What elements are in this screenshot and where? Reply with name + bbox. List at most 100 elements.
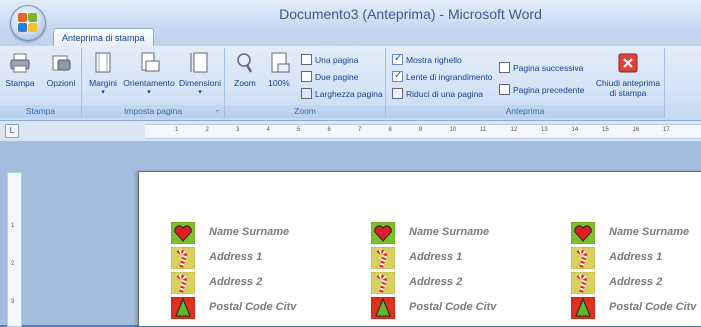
print-button[interactable]: Stampa xyxy=(3,52,37,88)
label-name: Name Surname xyxy=(209,226,290,238)
page-width-icon xyxy=(301,88,312,99)
label-row-postal: Postal Code Citv xyxy=(171,297,341,322)
check-icon xyxy=(392,69,403,83)
margins-button[interactable]: Margini ▾ xyxy=(87,52,119,96)
prev-page-label: Pagina precedente xyxy=(513,85,585,95)
label-row-address2: Address 2 xyxy=(371,272,541,297)
label-address1: Address 1 xyxy=(409,251,463,263)
page-size-icon xyxy=(189,52,211,74)
horizontal-ruler[interactable]: 1 2 3 4 5 6 7 8 9 10 11 12 13 14 15 16 17 xyxy=(145,124,701,139)
next-page-button[interactable]: Pagina successiva xyxy=(499,61,583,75)
label-row-address2: Address 2 xyxy=(171,272,341,297)
zoom-label: Zoom xyxy=(234,78,256,88)
ribbon: Stampa Opzioni Stampa Margini ▾ Orientam… xyxy=(0,46,701,121)
group-zoom-label: Zoom xyxy=(225,105,385,118)
ribbon-tab-row: Anteprima di stampa xyxy=(0,26,701,47)
next-page-icon xyxy=(499,62,510,73)
tab-print-preview[interactable]: Anteprima di stampa xyxy=(53,28,154,47)
label-row-name: Name Surname xyxy=(171,222,341,247)
ruler-tick-label: 5 xyxy=(297,127,301,133)
close-icon xyxy=(617,52,639,74)
label-postal: Postal Code Citv xyxy=(409,301,497,313)
label-column: Name Surname Address 1 Address 2 Postal … xyxy=(371,222,541,322)
ruler-tick-label: 11 xyxy=(480,127,487,133)
group-page-setup-label: Imposta pagina ⌐ xyxy=(82,105,224,118)
tab-selector-icon[interactable]: L xyxy=(5,124,19,138)
show-ruler-label: Mostra righello xyxy=(406,55,462,65)
group-preview-label: Anteprima xyxy=(386,105,664,118)
dialog-launcher-icon[interactable]: ⌐ xyxy=(216,105,220,118)
vertical-ruler[interactable]: 1 2 3 xyxy=(7,172,22,327)
orientation-icon xyxy=(138,52,160,74)
two-pages-label: Due pagine xyxy=(315,72,359,82)
shrink-page-icon xyxy=(392,88,403,99)
ruler-row: L 1 2 3 4 5 6 7 8 9 10 11 12 13 14 15 16 17 xyxy=(0,121,701,142)
margins-icon xyxy=(92,52,114,74)
heart-stamp-icon xyxy=(571,222,595,244)
ruler-tick-label: 14 xyxy=(571,127,579,133)
label-postal: Postal Code Citv xyxy=(609,301,697,313)
ruler-tick-label: 4 xyxy=(266,127,270,133)
show-ruler-checkbox[interactable]: Mostra righello xyxy=(392,52,462,67)
label-name: Name Surname xyxy=(609,226,690,238)
document-area: 1 2 3 Name Surname Address 1 Address 2 Pos… xyxy=(0,142,701,327)
size-button[interactable]: Dimensioni ▾ xyxy=(178,52,222,96)
label-row-postal: Postal Code Citv xyxy=(371,297,541,322)
group-print: Stampa Opzioni Stampa xyxy=(0,48,82,118)
options-label: Opzioni xyxy=(46,78,76,88)
two-pages-icon xyxy=(301,71,312,82)
label-row-postal: Postal Code Citv xyxy=(571,297,701,322)
ruler-tick-label: 3 xyxy=(236,127,240,133)
label-row-name: Name Surname xyxy=(571,222,701,247)
group-print-label: Stampa xyxy=(0,105,81,118)
close-preview-label-1: Chiudi anteprima xyxy=(595,78,661,88)
label-address2: Address 2 xyxy=(209,276,263,288)
label-column: Name Surname Address 1 Address 2 Postal … xyxy=(571,222,701,322)
ruler-tick-label: 2 xyxy=(205,127,209,133)
office-logo-icon xyxy=(18,13,38,33)
close-preview-button[interactable]: Chiudi anteprima di stampa xyxy=(592,52,664,98)
office-button[interactable] xyxy=(10,5,46,41)
magnifier-checkbox[interactable]: Lente di ingrandimento xyxy=(392,69,493,84)
ruler-tick-label: 10 xyxy=(449,127,457,133)
tree-stamp-icon xyxy=(171,297,195,319)
zoom-100-button[interactable]: 100% xyxy=(265,52,293,88)
shrink-page-button[interactable]: Riduci di una pagina xyxy=(392,87,483,101)
two-pages-button[interactable]: Due pagine xyxy=(301,70,358,84)
one-page-button[interactable]: Una pagina xyxy=(301,53,358,67)
label-row-address1: Address 1 xyxy=(171,247,341,272)
ruler-tick-label: 12 xyxy=(510,127,518,133)
group-zoom: Zoom 100% Una pagina Due pagine Larghezz… xyxy=(225,48,386,118)
candy-cane-stamp-icon xyxy=(571,272,595,294)
label-address2: Address 2 xyxy=(409,276,463,288)
ruler-tick-label: 17 xyxy=(663,127,670,133)
ruler-tick-label: 6 xyxy=(327,127,331,133)
label-row-address1: Address 1 xyxy=(571,247,701,272)
heart-stamp-icon xyxy=(171,222,195,244)
page-width-label: Larghezza pagina xyxy=(315,89,383,99)
candy-cane-stamp-icon xyxy=(371,272,395,294)
one-page-icon xyxy=(301,54,312,65)
page-100-icon xyxy=(268,52,290,74)
label-row-address2: Address 2 xyxy=(571,272,701,297)
orientation-label: Orientamento xyxy=(123,78,175,88)
shrink-page-label: Riduci di una pagina xyxy=(406,89,484,99)
prev-page-icon xyxy=(499,84,510,95)
size-label: Dimensioni xyxy=(178,78,222,88)
magnifier-label: Lente di ingrandimento xyxy=(406,72,493,82)
prev-page-button[interactable]: Pagina precedente xyxy=(499,83,584,97)
print-options-icon xyxy=(50,52,72,74)
label-address1: Address 1 xyxy=(609,251,663,263)
heart-stamp-icon xyxy=(371,222,395,244)
group-preview: Mostra righello Lente di ingrandimento R… xyxy=(386,48,665,118)
tree-stamp-icon xyxy=(371,297,395,319)
options-button[interactable]: Opzioni xyxy=(43,52,79,88)
zoom-button[interactable]: Zoom xyxy=(231,52,259,88)
ruler-tick-label: 15 xyxy=(602,127,609,133)
page-width-button[interactable]: Larghezza pagina xyxy=(301,87,383,101)
ruler-tick-label: 1 xyxy=(175,127,179,133)
label-name: Name Surname xyxy=(409,226,490,238)
close-preview-label-2: di stampa xyxy=(609,88,647,98)
label-row-name: Name Surname xyxy=(371,222,541,247)
orientation-button[interactable]: Orientamento ▾ xyxy=(120,52,178,96)
